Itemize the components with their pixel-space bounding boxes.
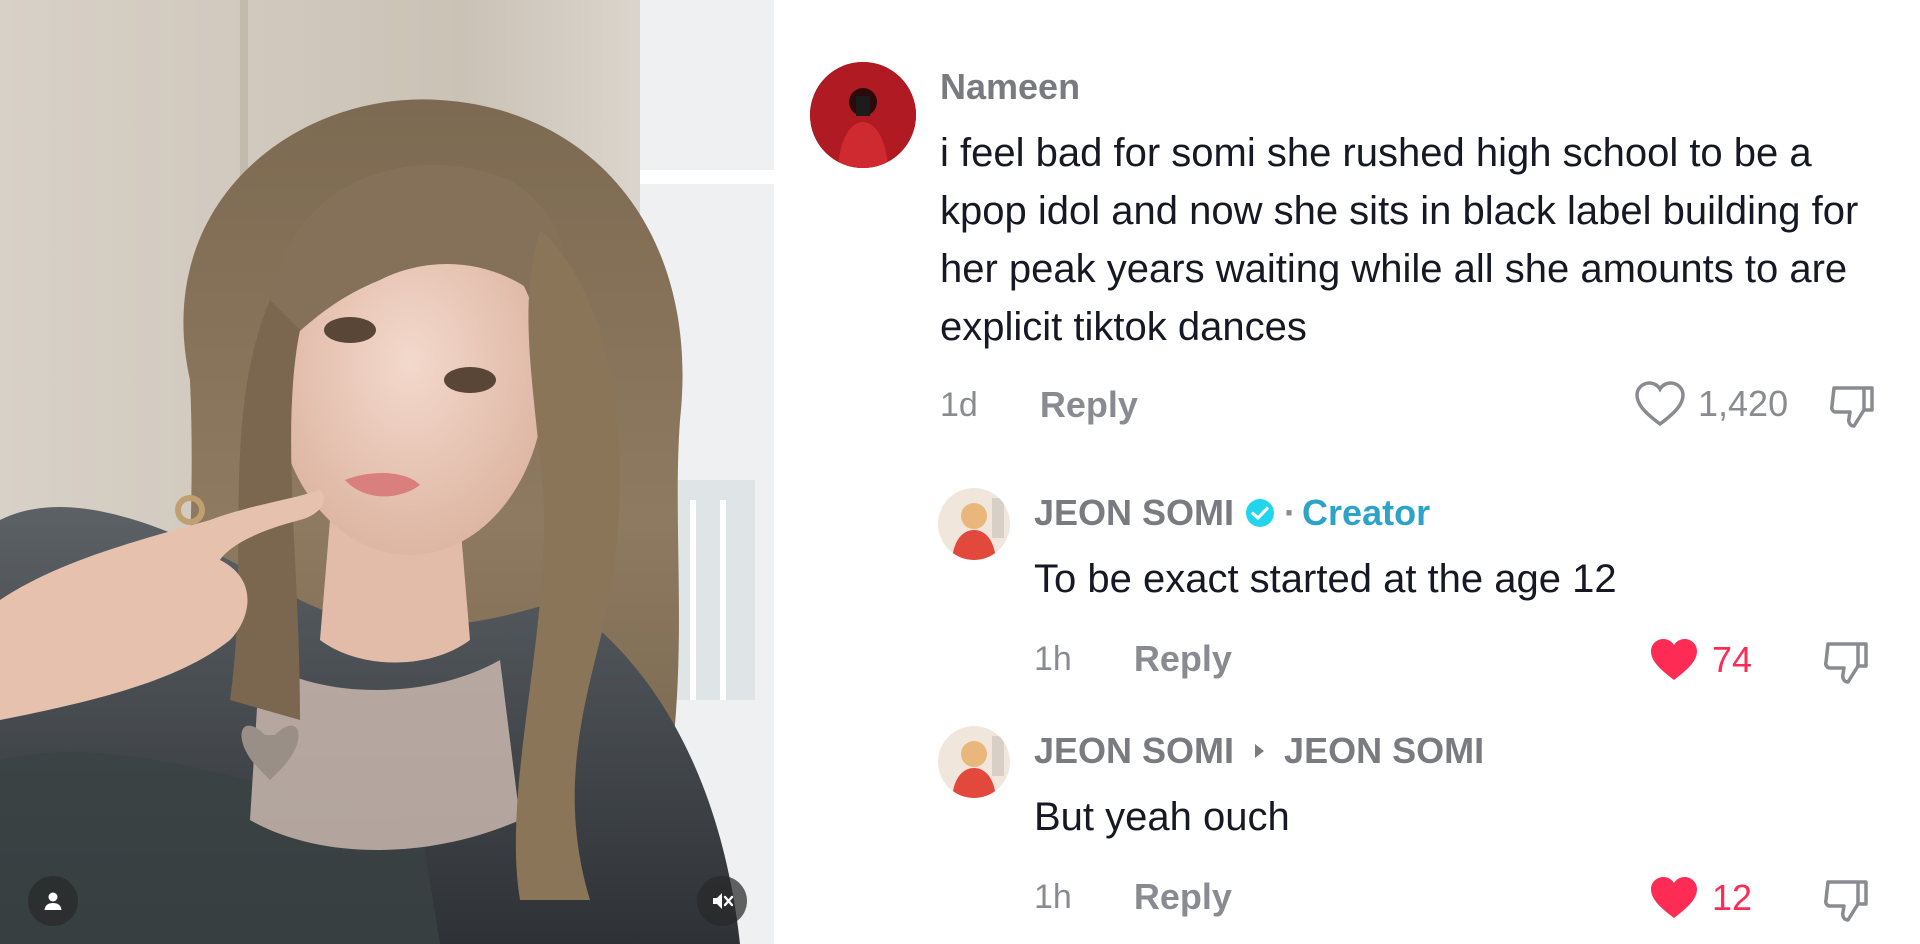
person-icon	[44, 892, 62, 910]
like-count: 74	[1712, 639, 1753, 680]
triangle-right-icon	[1255, 744, 1265, 758]
avatar[interactable]	[938, 488, 1010, 560]
dislike-button[interactable]	[1820, 636, 1872, 693]
reply-button[interactable]: Reply	[1134, 638, 1232, 680]
like-button[interactable]: 12	[1648, 874, 1752, 922]
avatar[interactable]	[938, 726, 1010, 798]
reply-item: JEON SOMI · Creator To be exact started …	[774, 470, 1920, 700]
thumbs-down-icon	[1824, 642, 1868, 684]
like-button[interactable]: 1,420	[1634, 380, 1788, 428]
avatar-image	[938, 726, 1010, 798]
comment-time: 1h	[1034, 639, 1072, 678]
reply-button[interactable]: Reply	[1040, 384, 1138, 426]
dislike-button[interactable]	[1826, 380, 1878, 437]
reply-item: JEON SOMI JEON SOMI But yeah ouch 1h Rep…	[774, 710, 1920, 940]
comment-meta: 1h Reply	[1034, 876, 1232, 918]
avatar-image	[810, 62, 916, 168]
comment-author[interactable]: Nameen	[940, 66, 1080, 108]
comment-meta: 1d Reply	[940, 384, 1138, 426]
profile-badge[interactable]	[28, 876, 78, 926]
thumbs-down-icon	[1830, 386, 1874, 428]
heart-icon	[1635, 381, 1685, 427]
like-button[interactable]: 74	[1648, 636, 1752, 684]
comment-text: But yeah ouch	[1034, 795, 1290, 839]
heart-icon	[1651, 639, 1697, 680]
comments-panel: Nameen i feel bad for somi she rushed hi…	[774, 0, 1920, 944]
thumbs-down-icon	[1824, 880, 1868, 922]
separator-dot: ·	[1284, 492, 1297, 533]
comment-item: Nameen i feel bad for somi she rushed hi…	[774, 0, 1920, 440]
comment-author-row: JEON SOMI JEON SOMI	[1034, 730, 1484, 772]
selfie-image	[0, 0, 774, 944]
dislike-button[interactable]	[1820, 874, 1872, 931]
comment-text: To be exact started at the age 12	[1034, 557, 1617, 601]
comment-author[interactable]: JEON SOMI	[1034, 730, 1234, 772]
verified-check-icon	[1246, 499, 1275, 527]
comment-time: 1h	[1034, 877, 1072, 916]
comment-meta: 1h Reply	[1034, 638, 1232, 680]
selfie-photo	[0, 0, 774, 944]
like-count: 12	[1712, 877, 1753, 918]
speaker-muted-icon	[713, 893, 734, 909]
mute-button[interactable]	[697, 876, 747, 926]
comment-author[interactable]: JEON SOMI	[1034, 492, 1234, 534]
avatar-image	[938, 488, 1010, 560]
reply-button[interactable]: Reply	[1134, 876, 1232, 918]
comment-time: 1d	[940, 385, 978, 424]
heart-icon	[1651, 877, 1697, 918]
creator-badge: Creator	[1302, 492, 1431, 533]
comment-author-row: JEON SOMI · Creator	[1034, 492, 1430, 534]
like-count: 1,420	[1698, 383, 1789, 424]
reply-to-author[interactable]: JEON SOMI	[1284, 730, 1484, 772]
avatar[interactable]	[810, 62, 916, 168]
comment-text: i feel bad for somi she rushed high scho…	[940, 131, 1859, 349]
